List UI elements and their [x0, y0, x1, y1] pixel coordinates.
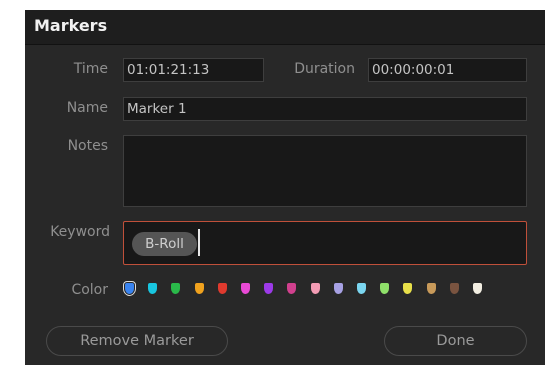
markers-dialog: Markers Time 01:01:21:13 Duration 00:00:… — [25, 10, 545, 365]
keyword-chip[interactable]: B-Roll — [132, 232, 197, 256]
color-swatches — [123, 281, 505, 297]
dialog-title: Markers — [34, 16, 108, 35]
color-swatch-yellow[interactable] — [195, 283, 204, 294]
color-swatch-mint[interactable] — [380, 283, 389, 294]
duration-field[interactable]: 00:00:00:01 — [368, 58, 527, 82]
color-swatch-fuchsia[interactable] — [287, 283, 296, 294]
name-label: Name — [66, 100, 108, 116]
color-label: Color — [71, 282, 108, 298]
keyword-label: Keyword — [50, 224, 110, 240]
color-swatch-sand[interactable] — [427, 283, 436, 294]
color-swatch-sky[interactable] — [357, 283, 366, 294]
time-field[interactable]: 01:01:21:13 — [123, 58, 264, 82]
color-swatch-purple[interactable] — [264, 283, 273, 294]
color-swatch-cocoa[interactable] — [450, 283, 459, 294]
keyword-input[interactable]: B-Roll — [123, 221, 527, 265]
color-swatch-lemon[interactable] — [403, 283, 412, 294]
color-swatch-lavender[interactable] — [334, 283, 343, 294]
color-swatch-red[interactable] — [218, 283, 227, 294]
color-swatch-blue[interactable] — [123, 281, 136, 296]
color-swatch-cream[interactable] — [473, 283, 482, 294]
color-swatch-pink[interactable] — [241, 283, 250, 294]
time-label: Time — [73, 61, 108, 77]
color-swatch-cyan[interactable] — [148, 283, 157, 294]
done-button[interactable]: Done — [384, 326, 527, 356]
title-bar: Markers — [25, 10, 545, 45]
text-caret — [198, 229, 200, 256]
remove-marker-button[interactable]: Remove Marker — [46, 326, 228, 356]
name-field[interactable]: Marker 1 — [123, 97, 527, 121]
notes-field[interactable] — [123, 135, 527, 207]
notes-label: Notes — [67, 138, 108, 154]
color-swatch-rose[interactable] — [311, 283, 320, 294]
color-swatch-green[interactable] — [171, 283, 180, 294]
duration-label: Duration — [294, 61, 355, 77]
